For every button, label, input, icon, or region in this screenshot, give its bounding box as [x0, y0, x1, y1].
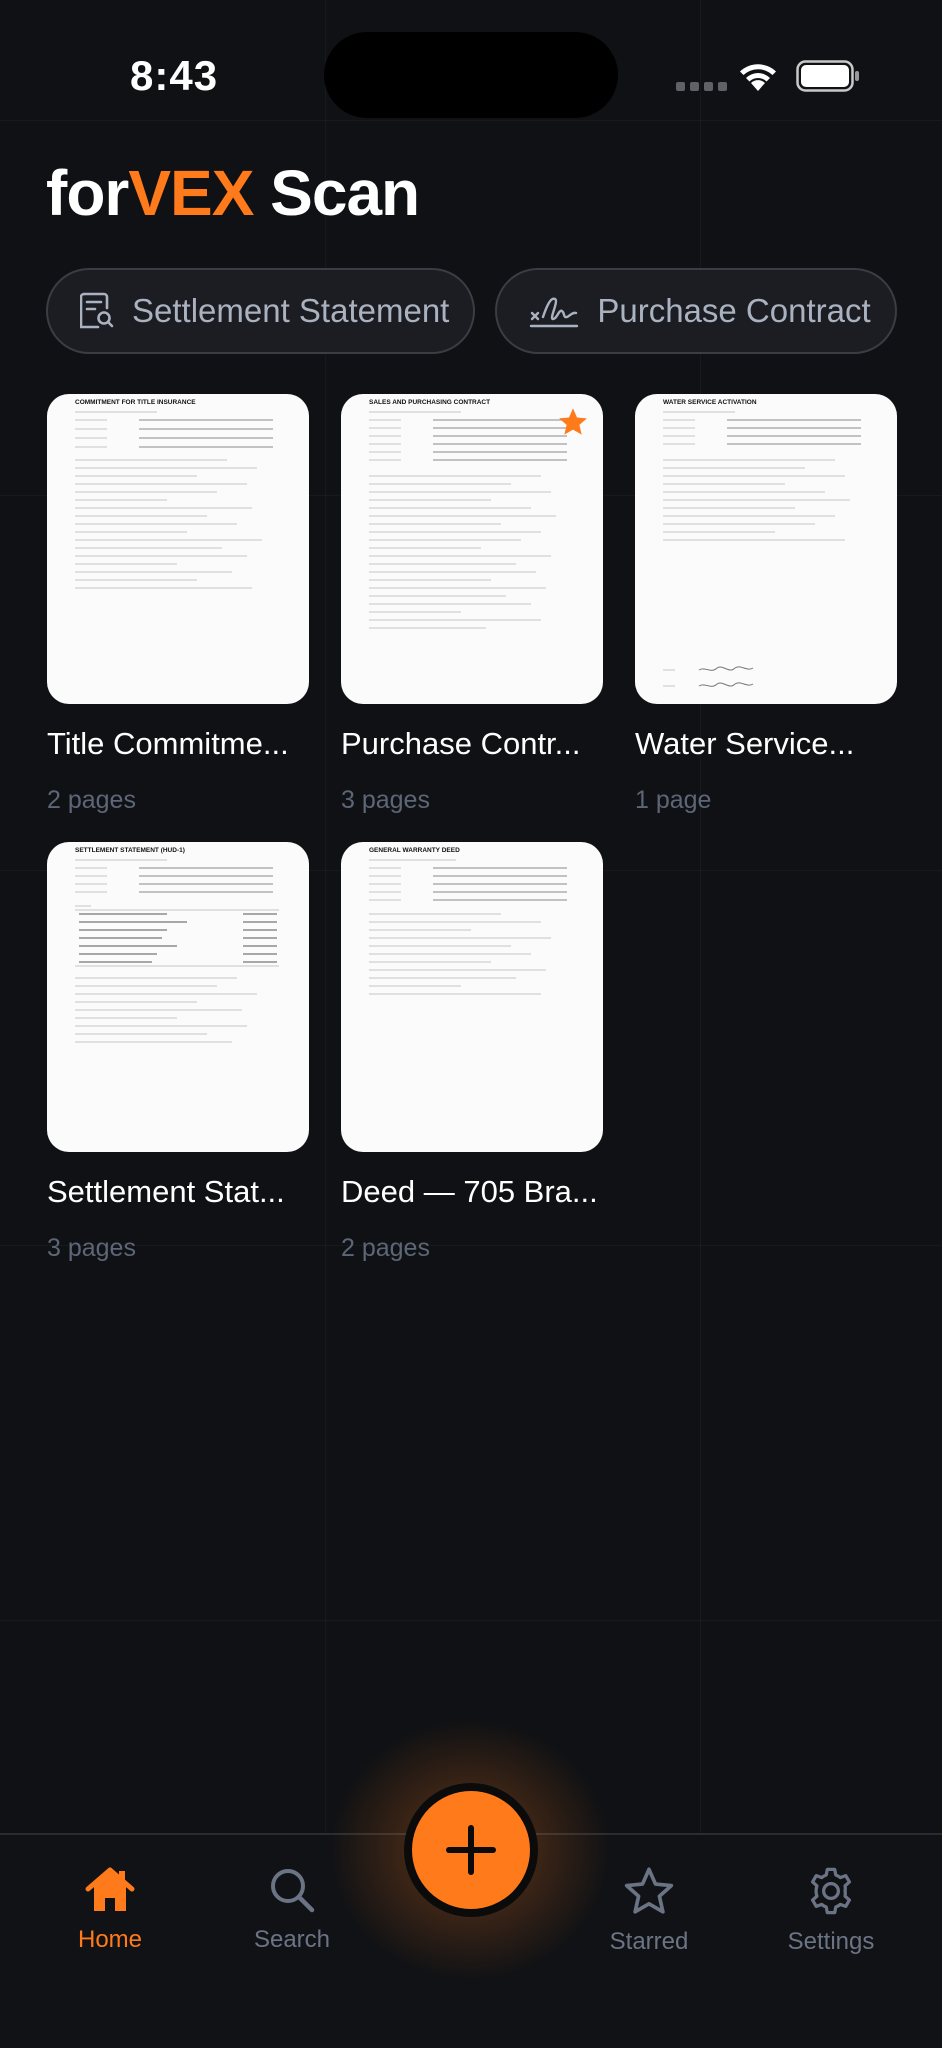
add-button-circle — [412, 1791, 530, 1909]
document-card[interactable]: COMMITMENT FOR TITLE INSURANCE Title Com… — [47, 394, 309, 815]
document-thumbnail: GENERAL WARRANTY DEED — [341, 842, 603, 1152]
app-title-accent: VEX — [128, 157, 254, 229]
thumb-heading: SETTLEMENT STATEMENT (HUD-1) — [75, 847, 185, 854]
document-page-count: 1 page — [635, 786, 712, 814]
document-page-preview: COMMITMENT FOR TITLE INSURANCE — [75, 399, 273, 589]
document-page-count: 3 pages — [341, 786, 430, 814]
tab-starred-label: Starred — [609, 1928, 689, 1955]
document-page-preview: WATER SERVICE ACTIVATION — [663, 399, 861, 687]
plus-icon — [446, 1825, 496, 1875]
app-title-prefix: for — [46, 157, 129, 229]
app-title-suffix: Scan — [253, 157, 420, 229]
document-card[interactable]: GENERAL WARRANTY DEED Deed — 705 Bra... … — [341, 842, 603, 1263]
document-card[interactable]: SALES AND PURCHASING CONTRACT Purchase C… — [341, 394, 603, 815]
category-chips: Settlement Statement Purchase Contract — [46, 268, 897, 354]
status-bar: 8:43 — [0, 0, 942, 140]
gear-icon — [810, 1867, 852, 1915]
status-time: 8:43 — [130, 52, 219, 99]
document-title: Water Service... — [635, 726, 855, 761]
document-page-preview: SETTLEMENT STATEMENT (HUD-1) — [75, 847, 279, 1043]
tab-settings-label: Settings — [787, 1928, 875, 1955]
thumb-heading: WATER SERVICE ACTIVATION — [663, 399, 757, 406]
document-thumbnail: SALES AND PURCHASING CONTRACT — [341, 394, 603, 704]
tab-settings[interactable]: Settings — [761, 1865, 901, 1956]
document-page-preview: SALES AND PURCHASING CONTRACT — [369, 399, 567, 629]
document-page-count: 2 pages — [47, 786, 136, 814]
document-thumbnail: WATER SERVICE ACTIVATION — [635, 394, 897, 704]
star-icon — [624, 1867, 674, 1914]
receipt-search-icon — [80, 292, 114, 329]
app-screen: 8:43 forVEX Scan Settlement Statement Pu… — [0, 0, 942, 2048]
document-page-preview: GENERAL WARRANTY DEED — [369, 847, 567, 995]
thumb-heading: GENERAL WARRANTY DEED — [369, 847, 460, 854]
cellular-signal-icon — [676, 82, 727, 91]
document-title: Title Commitme... — [47, 726, 289, 761]
tab-search-label: Search — [253, 1926, 331, 1953]
add-document-button[interactable] — [404, 1783, 538, 1917]
document-page-count: 2 pages — [341, 1234, 430, 1262]
chip-settlement-statement[interactable]: Settlement Statement — [46, 268, 476, 354]
chip-purchase-contract[interactable]: Purchase Contract — [495, 268, 897, 354]
document-thumbnail: SETTLEMENT STATEMENT (HUD-1) — [47, 842, 309, 1152]
thumb-heading: COMMITMENT FOR TITLE INSURANCE — [75, 399, 196, 406]
document-card[interactable]: SETTLEMENT STATEMENT (HUD-1) Settlement … — [47, 842, 309, 1263]
document-card[interactable]: WATER SERVICE ACTIVATION Water Service..… — [635, 394, 897, 815]
tab-home-label: Home — [77, 1926, 143, 1953]
document-title: Purchase Contr... — [341, 726, 581, 761]
document-page-count: 3 pages — [47, 1234, 136, 1262]
document-thumbnail: COMMITMENT FOR TITLE INSURANCE — [47, 394, 309, 704]
home-icon — [85, 1867, 135, 1911]
dynamic-island — [324, 32, 618, 118]
thumb-heading: SALES AND PURCHASING CONTRACT — [369, 399, 490, 406]
chip-label: Settlement Statement — [132, 292, 450, 329]
chip-label: Purchase Contract — [597, 292, 871, 329]
tab-home[interactable]: Home — [40, 1865, 180, 1954]
document-title: Deed — 705 Bra... — [341, 1174, 598, 1209]
battery-icon — [796, 60, 859, 92]
document-title: Settlement Stat... — [47, 1174, 285, 1209]
search-icon — [271, 1869, 315, 1913]
starred-star-icon — [559, 408, 587, 435]
signature-icon — [530, 297, 579, 328]
wifi-icon — [740, 64, 776, 91]
app-title: forVEX Scan — [46, 156, 420, 230]
